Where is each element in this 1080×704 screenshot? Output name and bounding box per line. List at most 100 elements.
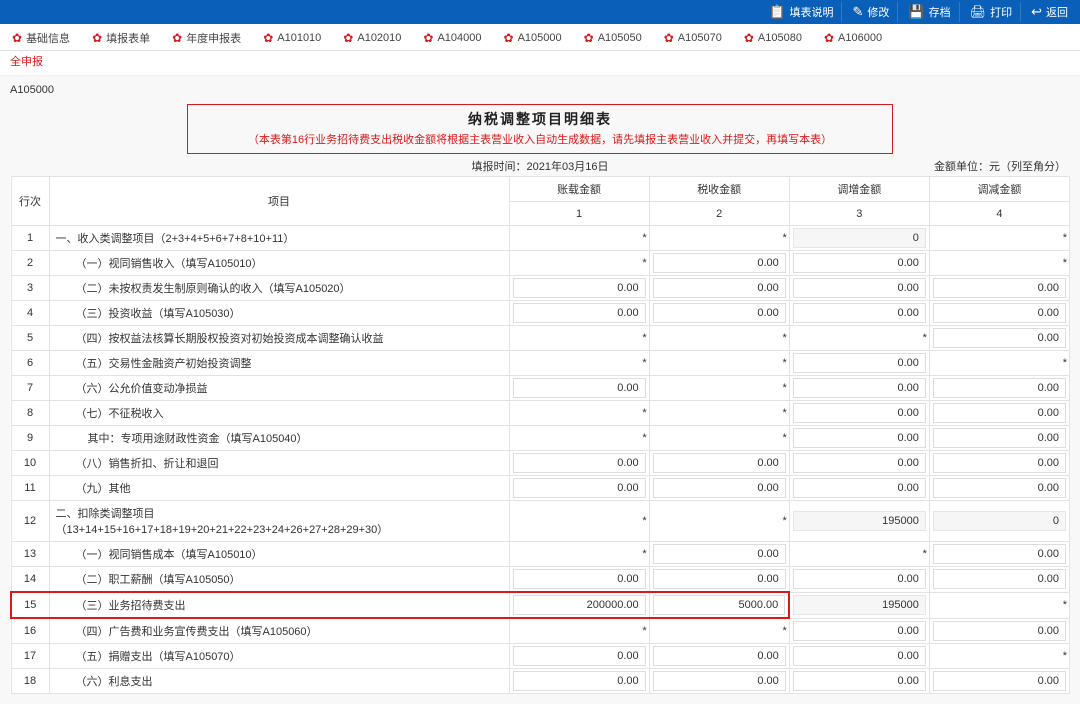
tab-年度申报表[interactable]: ✿年度申报表 bbox=[166, 26, 255, 50]
amount-input[interactable]: 200000.00 bbox=[513, 595, 646, 615]
tab-marker-icon: ✿ bbox=[744, 32, 754, 44]
toolbar-打印[interactable]: 🖨打印 bbox=[962, 2, 1022, 22]
amount-input[interactable]: 195000 bbox=[793, 595, 926, 615]
value-cell: 0.00 bbox=[649, 644, 789, 669]
content-area: A105000 纳税调整项目明细表 （本表第16行业务招待费支出税收金额将根据主… bbox=[0, 76, 1080, 704]
value-cell: * bbox=[509, 501, 649, 542]
amount-input[interactable]: 0.00 bbox=[793, 278, 926, 298]
amount-input[interactable]: 0.00 bbox=[933, 453, 1066, 473]
value-cell: 0.00 bbox=[789, 567, 929, 593]
value-cell: 0.00 bbox=[649, 567, 789, 593]
返回-icon: ↩ bbox=[1031, 4, 1042, 20]
amount-input[interactable]: 0.00 bbox=[933, 671, 1066, 691]
tab-marker-icon: ✿ bbox=[92, 32, 102, 44]
amount-input[interactable]: 0.00 bbox=[793, 353, 926, 373]
amount-input[interactable]: 0.00 bbox=[513, 278, 646, 298]
value-cell: * bbox=[929, 226, 1069, 251]
value-cell: * bbox=[509, 401, 649, 426]
tab-A106000[interactable]: ✿A106000 bbox=[818, 28, 896, 48]
amount-input[interactable]: 0.00 bbox=[513, 569, 646, 589]
amount-input[interactable]: 0.00 bbox=[653, 671, 786, 691]
amount-input[interactable]: 0.00 bbox=[513, 378, 646, 398]
value-cell: * bbox=[509, 426, 649, 451]
amount-input[interactable]: 0.00 bbox=[793, 403, 926, 423]
amount-input[interactable]: 0.00 bbox=[933, 403, 1066, 423]
tab-A105080[interactable]: ✿A105080 bbox=[738, 28, 816, 48]
amount-input[interactable]: 0.00 bbox=[653, 278, 786, 298]
amount-input[interactable]: 0.00 bbox=[793, 569, 926, 589]
tab-marker-icon: ✿ bbox=[172, 32, 182, 44]
value-cell: 0.00 bbox=[509, 644, 649, 669]
row-item: （二）职工薪酬（填写A105050） bbox=[49, 567, 509, 593]
amount-input[interactable]: 0.00 bbox=[793, 671, 926, 691]
amount-input[interactable]: 0.00 bbox=[653, 569, 786, 589]
amount-input[interactable]: 0.00 bbox=[933, 478, 1066, 498]
value-cell: 0.00 bbox=[649, 451, 789, 476]
amount-input[interactable]: 0.00 bbox=[653, 303, 786, 323]
row-item: （八）销售折扣、折让和退回 bbox=[49, 451, 509, 476]
amount-input[interactable]: 0.00 bbox=[793, 378, 926, 398]
amount-input[interactable]: 0.00 bbox=[653, 453, 786, 473]
amount-input[interactable]: 0 bbox=[933, 511, 1066, 531]
tab-A105050[interactable]: ✿A105050 bbox=[578, 28, 656, 48]
row-number: 13 bbox=[11, 542, 49, 567]
tab-A101010[interactable]: ✿A101010 bbox=[257, 28, 335, 48]
amount-input[interactable]: 0 bbox=[793, 228, 926, 248]
tab-marker-icon: ✿ bbox=[343, 32, 353, 44]
value-cell: 0.00 bbox=[649, 276, 789, 301]
amount-input[interactable]: 0.00 bbox=[793, 621, 926, 641]
amount-input[interactable]: 0.00 bbox=[513, 303, 646, 323]
amount-input[interactable]: 0.00 bbox=[933, 544, 1066, 564]
amount-input[interactable]: 0.00 bbox=[513, 453, 646, 473]
amount-input[interactable]: 0.00 bbox=[933, 378, 1066, 398]
amount-input[interactable]: 0.00 bbox=[653, 646, 786, 666]
amount-input[interactable]: 0.00 bbox=[933, 278, 1066, 298]
amount-input[interactable]: 0.00 bbox=[793, 428, 926, 448]
tab-填报表单[interactable]: ✿填报表单 bbox=[86, 26, 164, 50]
tab-A102010[interactable]: ✿A102010 bbox=[337, 28, 415, 48]
amount-input[interactable]: 0.00 bbox=[933, 569, 1066, 589]
amount-input[interactable]: 0.00 bbox=[653, 478, 786, 498]
amount-input[interactable]: 0.00 bbox=[513, 478, 646, 498]
tab-A105070[interactable]: ✿A105070 bbox=[658, 28, 736, 48]
table-row: 2（一）视同销售收入（填写A105010）*0.000.00* bbox=[11, 251, 1070, 276]
amount-input[interactable]: 0.00 bbox=[933, 428, 1066, 448]
toolbar-填表说明[interactable]: 📋填表说明 bbox=[761, 2, 842, 22]
amount-input[interactable]: 0.00 bbox=[653, 544, 786, 564]
amount-input[interactable]: 5000.00 bbox=[653, 595, 786, 615]
value-cell: 0.00 bbox=[929, 326, 1069, 351]
row-number: 15 bbox=[11, 592, 49, 618]
amount-input[interactable]: 0.00 bbox=[933, 621, 1066, 641]
th-n2: 2 bbox=[649, 202, 789, 226]
row-item: （五）交易性金融资产初始投资调整 bbox=[49, 351, 509, 376]
tab-基础信息[interactable]: ✿基础信息 bbox=[6, 26, 84, 50]
amount-input[interactable]: 195000 bbox=[793, 511, 926, 531]
amount-input[interactable]: 0.00 bbox=[793, 453, 926, 473]
amount-input[interactable]: 0.00 bbox=[793, 646, 926, 666]
amount-input[interactable]: 0.00 bbox=[933, 303, 1066, 323]
amount-input[interactable]: 0.00 bbox=[793, 253, 926, 273]
toolbar-存档[interactable]: 💾存档 bbox=[900, 2, 959, 22]
value-cell: 0.00 bbox=[509, 476, 649, 501]
amount-input[interactable]: 0.00 bbox=[513, 671, 646, 691]
amount-input[interactable]: 0.00 bbox=[793, 478, 926, 498]
value-cell: 0.00 bbox=[929, 401, 1069, 426]
value-cell: 0.00 bbox=[789, 301, 929, 326]
row-item: （一）视同销售成本（填写A105010） bbox=[49, 542, 509, 567]
sub-bar-label[interactable]: 全申报 bbox=[10, 56, 43, 68]
value-cell: 0.00 bbox=[929, 276, 1069, 301]
tab-A105000[interactable]: ✿A105000 bbox=[498, 28, 576, 48]
toolbar-修改[interactable]: ✎修改 bbox=[844, 2, 898, 22]
存档-icon: 💾 bbox=[908, 4, 924, 20]
toolbar-返回[interactable]: ↩返回 bbox=[1023, 2, 1076, 22]
value-cell: * bbox=[649, 618, 789, 644]
row-number: 10 bbox=[11, 451, 49, 476]
table-row: 18（六）利息支出0.000.000.000.00 bbox=[11, 669, 1070, 694]
amount-input[interactable]: 0.00 bbox=[653, 253, 786, 273]
value-cell: 200000.00 bbox=[509, 592, 649, 618]
amount-input[interactable]: 0.00 bbox=[513, 646, 646, 666]
amount-input[interactable]: 0.00 bbox=[933, 328, 1066, 348]
tab-A104000[interactable]: ✿A104000 bbox=[417, 28, 495, 48]
amount-input[interactable]: 0.00 bbox=[793, 303, 926, 323]
table-row: 10（八）销售折扣、折让和退回0.000.000.000.00 bbox=[11, 451, 1070, 476]
